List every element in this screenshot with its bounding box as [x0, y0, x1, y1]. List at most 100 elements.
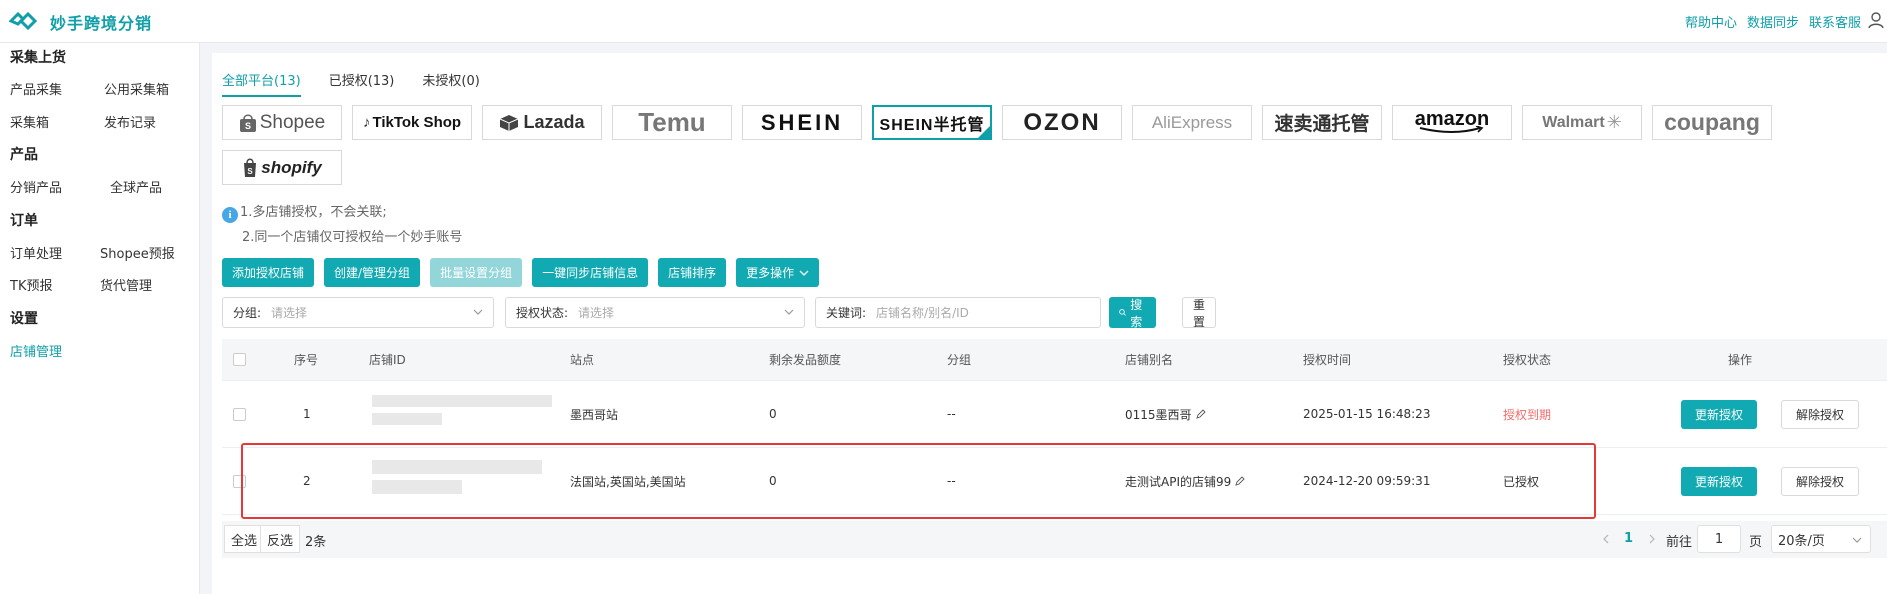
select-all-button[interactable]: 全选	[224, 525, 265, 553]
sidebar-item-public-collect-box[interactable]: 公用采集箱	[104, 79, 169, 98]
group-select[interactable]: 分组: 请选择	[222, 297, 494, 328]
sidebar-item-shopee-forecast[interactable]: Shopee预报	[100, 243, 175, 262]
unbind-auth-button[interactable]: 解除授权	[1781, 400, 1860, 429]
page-size-value: 20条/页	[1778, 533, 1825, 549]
walmart-spark-icon: ✳	[1606, 112, 1622, 132]
row-group: --	[947, 407, 956, 421]
platform-walmart-label: Walmart	[1542, 113, 1605, 131]
platform-shopee-label: Shopee	[259, 111, 326, 133]
platform-lazada-label: Lazada	[523, 112, 585, 132]
col-site: 站点	[570, 353, 595, 367]
sidebar-item-order-processing[interactable]: 订单处理	[10, 243, 62, 262]
platform-aliexpress[interactable]: AliExpress	[1132, 105, 1252, 140]
sidebar: 采集上货 产品采集 公用采集箱 采集箱 发布记录 产品 分销产品 全球产品 订单…	[0, 43, 200, 594]
keyword-input-label: 关键词:	[826, 306, 867, 320]
help-center-link[interactable]: 帮助中心	[1685, 12, 1737, 31]
shopee-bag-icon: S	[239, 113, 256, 132]
page-input[interactable]: 1	[1697, 525, 1741, 553]
chevron-left-icon[interactable]	[1602, 534, 1610, 544]
select-all-checkbox[interactable]	[233, 353, 246, 366]
platform-tiktok-label: TikTok Shop	[372, 114, 462, 131]
tab-authorized[interactable]: 已授权(13)	[329, 70, 395, 97]
platform-tiktok-shop[interactable]: ♪ TikTok Shop	[352, 105, 472, 140]
platform-shopify-label: shopify	[261, 157, 322, 177]
data-sync-link[interactable]: 数据同步	[1747, 12, 1799, 31]
top-bar: 妙手跨境分销 帮助中心 数据同步 联系客服	[0, 0, 1887, 43]
brand-name: 妙手跨境分销	[50, 14, 153, 33]
platform-shein-semi-managed[interactable]: SHEIN半托管	[872, 105, 992, 140]
renew-auth-button[interactable]: 更新授权	[1681, 467, 1758, 496]
platform-shopify[interactable]: S shopify	[222, 150, 342, 185]
platform-amazon[interactable]: amazon	[1392, 105, 1512, 140]
platform-aliexpress-label: AliExpress	[1151, 112, 1233, 132]
row-quota: 0	[769, 407, 777, 421]
sidebar-item-publish-record[interactable]: 发布记录	[104, 112, 156, 131]
sidebar-item-product-collect[interactable]: 产品采集	[10, 79, 62, 98]
unbind-auth-button[interactable]: 解除授权	[1781, 467, 1860, 496]
search-button-label: 搜索	[1130, 297, 1143, 329]
platform-shein[interactable]: SHEIN	[742, 105, 862, 140]
chevron-down-icon	[784, 309, 794, 315]
keyword-input[interactable]: 关键词: 店铺名称/别名/ID	[815, 297, 1101, 328]
col-auth-time: 授权时间	[1303, 353, 1352, 367]
row-alias-text: 0115墨西哥	[1125, 407, 1192, 422]
more-actions-label: 更多操作	[746, 266, 795, 280]
sidebar-item-forwarder-management[interactable]: 货代管理	[100, 275, 152, 294]
row-index: 1	[303, 407, 311, 421]
info-icon: i	[222, 207, 238, 223]
top-links: 帮助中心 数据同步 联系客服	[1685, 12, 1861, 31]
row-checkbox[interactable]	[233, 407, 246, 421]
col-group: 分组	[947, 353, 972, 367]
chevron-right-icon[interactable]	[1648, 534, 1656, 544]
contact-support-link[interactable]: 联系客服	[1809, 12, 1861, 31]
page-size-select[interactable]: 20条/页	[1771, 525, 1871, 553]
sidebar-item-global-product[interactable]: 全球产品	[110, 177, 162, 196]
invert-selection-button[interactable]: 反选	[260, 525, 301, 553]
col-actions: 操作	[1728, 353, 1753, 367]
platform-walmart[interactable]: Walmart ✳	[1522, 105, 1642, 140]
tab-unauthorized[interactable]: 未授权(0)	[422, 70, 479, 97]
more-actions-button[interactable]: 更多操作	[736, 258, 820, 287]
platform-aliexpress-managed[interactable]: 速卖通托管	[1262, 105, 1382, 140]
platform-lazada[interactable]: Lazada	[482, 105, 602, 140]
auth-status-select-label: 授权状态:	[516, 306, 569, 320]
sidebar-item-tk-forecast[interactable]: TK预报	[10, 275, 52, 294]
total-count: 2条	[305, 535, 327, 550]
current-page[interactable]: 1	[1624, 531, 1633, 546]
goto-label: 前往	[1666, 535, 1693, 550]
sidebar-item-store-management[interactable]: 店铺管理	[10, 341, 62, 360]
store-sort-button[interactable]: 店铺排序	[658, 258, 727, 287]
platform-coupang[interactable]: coupang	[1652, 105, 1772, 140]
logo-icon	[9, 11, 37, 31]
renew-auth-button[interactable]: 更新授权	[1681, 400, 1758, 429]
platform-shopee[interactable]: S Shopee	[222, 105, 342, 140]
highlight-annotation-box	[241, 443, 1596, 519]
reset-button[interactable]: 重置	[1182, 297, 1217, 329]
sidebar-group-settings: 设置	[10, 311, 38, 327]
auth-status-select[interactable]: 授权状态: 请选择	[505, 297, 805, 328]
platform-shein-semi-label: SHEIN半托管	[879, 116, 985, 134]
sidebar-item-collect-box[interactable]: 采集箱	[10, 112, 49, 131]
col-store-id: 店铺ID	[369, 353, 406, 367]
lazada-box-icon	[500, 114, 519, 131]
tip-line-1: 1.多店铺授权，不会关联;	[240, 205, 387, 220]
sidebar-group-order: 订单	[10, 213, 38, 229]
platform-temu[interactable]: Temu	[612, 105, 732, 140]
svg-text:S: S	[245, 121, 251, 131]
add-authorized-store-button[interactable]: 添加授权店铺	[222, 258, 315, 287]
chevron-down-icon	[1852, 537, 1862, 543]
sync-store-info-button[interactable]: 一键同步店铺信息	[532, 258, 649, 287]
platform-aliexpress-managed-label: 速卖通托管	[1274, 114, 1370, 135]
batch-set-group-button[interactable]: 批量设置分组	[430, 258, 523, 287]
edit-icon[interactable]	[1195, 409, 1206, 419]
manage-groups-button[interactable]: 创建/管理分组	[324, 258, 421, 287]
tab-all-platforms[interactable]: 全部平台(13)	[222, 70, 301, 97]
platform-ozon[interactable]: OZON	[1002, 105, 1122, 140]
keyword-input-placeholder: 店铺名称/别名/ID	[876, 306, 969, 320]
platform-ozon-label: OZON	[1023, 108, 1101, 136]
search-button[interactable]: 搜索	[1109, 297, 1157, 329]
user-icon[interactable]	[1867, 11, 1885, 29]
chevron-down-icon	[473, 309, 483, 315]
tip-line-2: 2.同一个店铺仅可授权给一个妙手账号	[242, 230, 463, 245]
sidebar-item-distribution-product[interactable]: 分销产品	[10, 177, 62, 196]
